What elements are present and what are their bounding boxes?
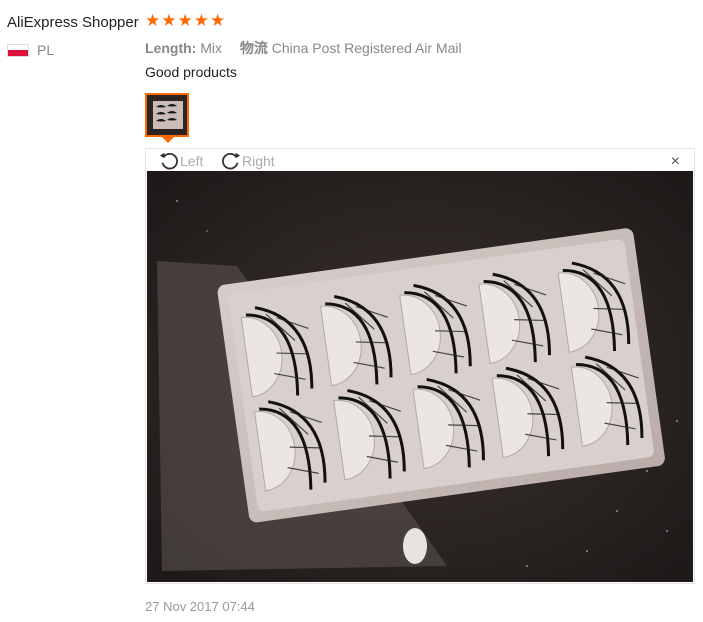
star-icon: ★ (161, 11, 177, 30)
rotate-right-icon (222, 152, 241, 170)
length-value: Mix (200, 40, 222, 56)
viewer-toolbar: Left Right × (146, 149, 694, 171)
thumbnail-pointer (162, 137, 174, 143)
rotate-right-label: Right (242, 153, 275, 169)
thumbnail-image (147, 95, 187, 135)
close-icon[interactable]: × (671, 153, 680, 171)
review-text: Good products (145, 64, 237, 80)
review-photo (147, 171, 693, 582)
rotate-right-button[interactable]: Right (220, 150, 275, 172)
image-viewer: Left Right × (145, 148, 695, 584)
star-icon: ★ (210, 11, 226, 30)
rotate-left-icon (159, 152, 178, 170)
star-icon: ★ (177, 11, 193, 30)
product-attributes: Length: Mix 物流 China Post Registered Air… (145, 38, 476, 58)
logistics-value: China Post Registered Air Mail (271, 40, 462, 56)
star-rating: ★ ★ ★ ★ ★ (145, 11, 225, 31)
length-label: Length: (145, 40, 197, 56)
review-image-thumbnail[interactable] (145, 93, 189, 137)
country-code: PL (37, 42, 55, 58)
star-icon: ★ (145, 11, 161, 30)
review-date: 27 Nov 2017 07:44 (145, 599, 255, 614)
star-icon: ★ (193, 11, 209, 30)
rotate-left-button[interactable]: Left (158, 150, 203, 172)
reviewer-name: AliExpress Shopper (7, 14, 139, 31)
logistics-label: 物流 (239, 40, 268, 56)
rotate-left-label: Left (180, 153, 204, 169)
poland-flag-icon (7, 43, 29, 57)
reviewer-country: PL (7, 42, 54, 58)
